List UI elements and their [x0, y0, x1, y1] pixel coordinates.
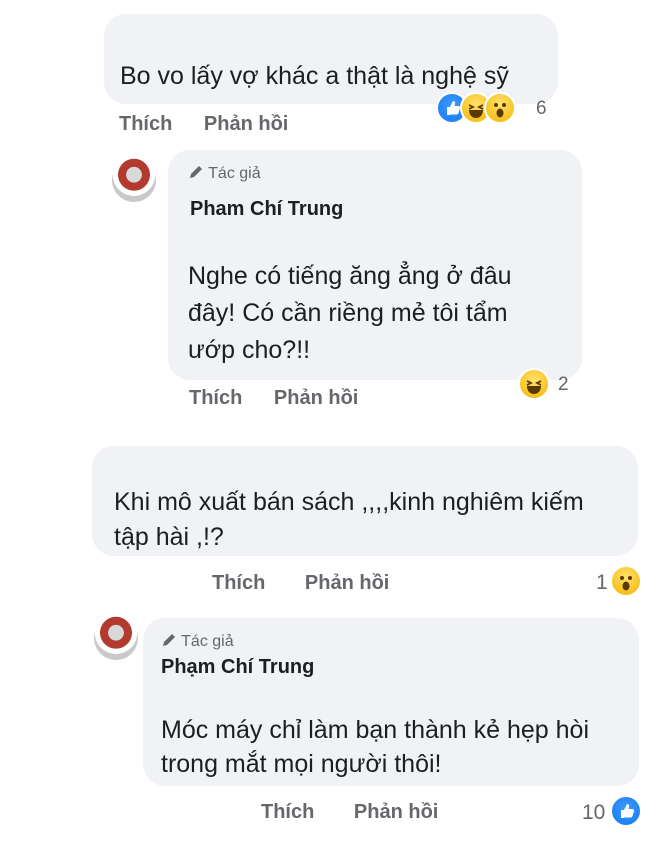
comment-bubble: Tác giả Phạm Chí Trung Móc máy chỉ làm b…: [143, 618, 639, 786]
like-button[interactable]: Thích: [261, 801, 314, 824]
pencil-icon: [190, 166, 202, 178]
reaction-summary[interactable]: 6: [436, 92, 556, 126]
comment-actions: Thích Phản hồi: [119, 113, 288, 136]
comment-bubble: Bo vo lấy vợ khác a thật là nghệ sỹ: [104, 14, 558, 104]
comment-actions: Thích Phản hồi: [261, 801, 438, 824]
comment-text: trong mắt mọi người thôi!: [161, 750, 442, 778]
like-button[interactable]: Thích: [119, 113, 172, 136]
pencil-icon: [163, 634, 175, 646]
comment-actions: Thích Phản hồi: [189, 387, 358, 410]
reaction-summary[interactable]: 10: [582, 795, 652, 829]
reply-button[interactable]: Phản hồi: [305, 572, 389, 595]
reply-button[interactable]: Phản hồi: [204, 113, 288, 136]
reply-button[interactable]: Phản hồi: [354, 801, 438, 824]
comment-bubble: Khi mô xuất bán sách ,,,,kinh nghiêm kiế…: [92, 446, 638, 556]
comment-actions: Thích Phản hồi: [212, 572, 389, 595]
avatar[interactable]: [94, 616, 138, 660]
reaction-count: 2: [558, 374, 569, 395]
comment-text: đây! Có cần riềng mẻ tôi tẩm: [188, 299, 508, 327]
comment-text: tập hài ,!?: [114, 523, 224, 551]
author-name[interactable]: Phạm Chí Trung: [161, 656, 314, 679]
like-button[interactable]: Thích: [212, 572, 265, 595]
comment-text: Móc máy chỉ làm bạn thành kẻ hẹp hòi: [161, 716, 590, 744]
reply-button[interactable]: Phản hồi: [274, 387, 358, 410]
reaction-count: 1: [596, 571, 608, 594]
comment-text: Nghe có tiếng ăng ẳng ở đâu: [188, 262, 512, 290]
comment-text: ướp cho?!!: [188, 336, 311, 364]
reaction-summary[interactable]: 2: [518, 368, 588, 402]
comment-text: Bo vo lấy vợ khác a thật là nghệ sỹ: [120, 62, 509, 90]
reaction-count: 6: [536, 98, 547, 119]
author-tag: Tác giả: [188, 164, 261, 183]
author-name[interactable]: Pham Chí Trung: [190, 198, 343, 221]
comment-text: Khi mô xuất bán sách ,,,,kinh nghiêm kiế…: [114, 488, 584, 516]
like-icon: [610, 795, 642, 827]
haha-icon: [518, 368, 550, 400]
wow-icon: [484, 92, 516, 124]
reaction-summary[interactable]: 1: [594, 565, 654, 599]
avatar[interactable]: [112, 158, 156, 202]
comment-bubble: Tác giả Pham Chí Trung Nghe có tiếng ăng…: [168, 150, 582, 380]
wow-icon: [610, 565, 642, 597]
author-tag: Tác giả: [161, 632, 234, 651]
reaction-count: 10: [582, 801, 606, 824]
like-button[interactable]: Thích: [189, 387, 242, 410]
